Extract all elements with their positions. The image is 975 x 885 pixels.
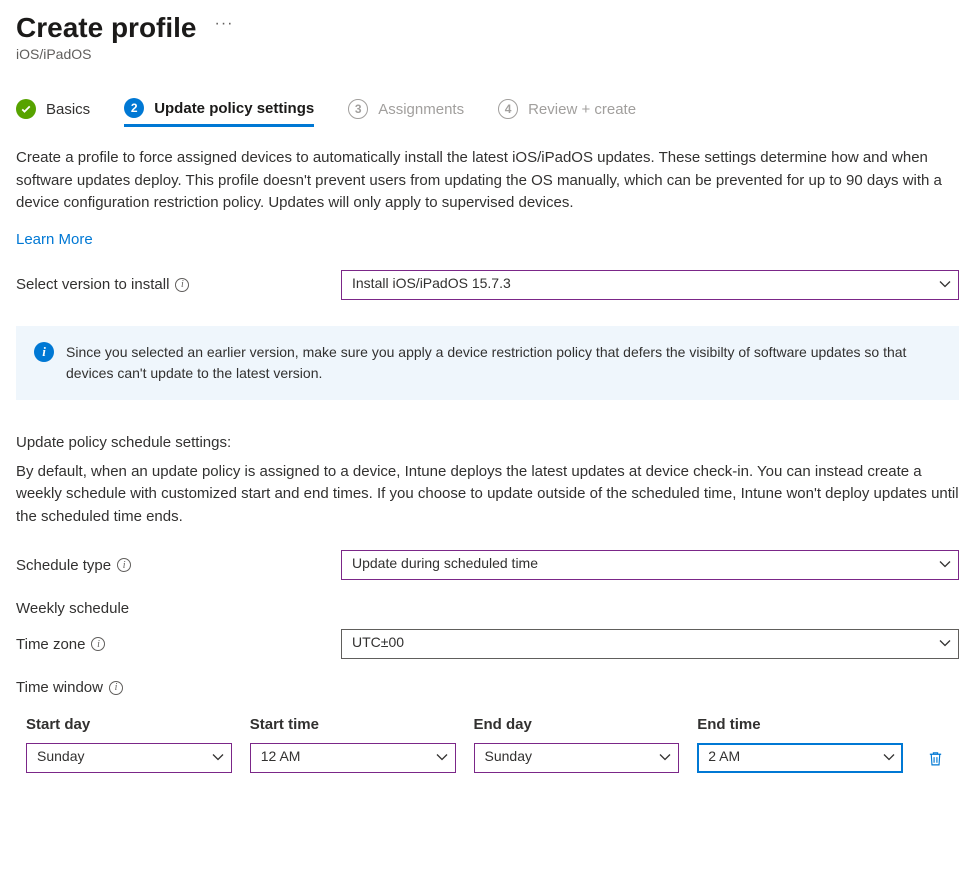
trash-icon: [927, 750, 944, 767]
info-icon[interactable]: i: [109, 681, 123, 695]
learn-more-link[interactable]: Learn More: [16, 231, 93, 248]
label-text: Schedule type: [16, 557, 111, 574]
step-assignments[interactable]: 3 Assignments: [348, 99, 464, 125]
info-icon[interactable]: i: [175, 278, 189, 292]
step-label: Update policy settings: [154, 100, 314, 117]
col-start-time: Start time: [250, 716, 456, 733]
timezone-select[interactable]: UTC±00: [341, 629, 959, 659]
schedule-type-label: Schedule type i: [16, 557, 341, 574]
info-icon[interactable]: i: [117, 558, 131, 572]
page-subtitle: iOS/iPadOS: [16, 46, 959, 62]
checkmark-icon: [16, 99, 36, 119]
step-number-icon: 2: [124, 98, 144, 118]
step-update-policy-settings[interactable]: 2 Update policy settings: [124, 98, 314, 127]
description-text: Create a profile to force assigned devic…: [16, 147, 959, 215]
time-window-table: Start day Start time End day End time Su…: [16, 716, 959, 773]
info-icon: i: [34, 342, 54, 362]
timezone-label: Time zone i: [16, 636, 341, 653]
end-day-select[interactable]: Sunday: [474, 743, 680, 773]
step-label: Assignments: [378, 101, 464, 118]
version-label: Select version to install i: [16, 276, 341, 293]
version-select[interactable]: Install iOS/iPadOS 15.7.3: [341, 270, 959, 300]
step-label: Basics: [46, 101, 90, 118]
label-text: Time window: [16, 679, 103, 696]
delete-row-button[interactable]: [924, 747, 946, 769]
more-actions-icon[interactable]: ···: [215, 15, 234, 33]
start-day-select[interactable]: Sunday: [26, 743, 232, 773]
info-banner: i Since you selected an earlier version,…: [16, 326, 959, 400]
col-start-day: Start day: [26, 716, 232, 733]
step-label: Review + create: [528, 101, 636, 118]
info-banner-text: Since you selected an earlier version, m…: [66, 342, 941, 384]
time-window-label: Time window i: [16, 679, 959, 696]
col-end-day: End day: [474, 716, 680, 733]
schedule-type-select[interactable]: Update during scheduled time: [341, 550, 959, 580]
info-icon[interactable]: i: [91, 637, 105, 651]
table-row: Sunday 12 AM Sunday 2 AM: [16, 743, 959, 773]
start-time-select[interactable]: 12 AM: [250, 743, 456, 773]
col-end-time: End time: [697, 716, 903, 733]
step-review-create[interactable]: 4 Review + create: [498, 99, 636, 125]
schedule-settings-desc: By default, when an update policy is ass…: [16, 461, 959, 529]
page-title: Create profile: [16, 12, 197, 44]
end-time-select[interactable]: 2 AM: [697, 743, 903, 773]
weekly-schedule-heading: Weekly schedule: [16, 600, 959, 617]
schedule-settings-heading: Update policy schedule settings:: [16, 434, 959, 451]
step-number-icon: 4: [498, 99, 518, 119]
label-text: Time zone: [16, 636, 85, 653]
label-text: Select version to install: [16, 276, 169, 293]
wizard-stepper: Basics 2 Update policy settings 3 Assign…: [16, 98, 959, 127]
step-basics[interactable]: Basics: [16, 99, 90, 125]
step-number-icon: 3: [348, 99, 368, 119]
